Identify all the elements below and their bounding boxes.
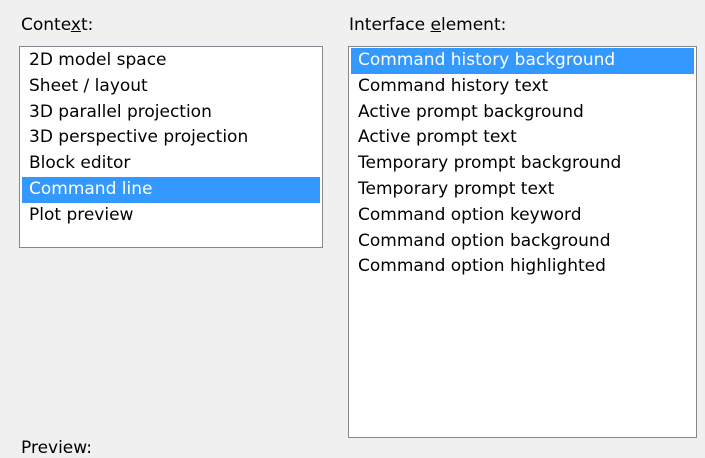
interface-element-list-item[interactable]: Command option background xyxy=(351,229,694,255)
context-list-item[interactable]: Sheet / layout xyxy=(22,74,320,100)
interface-element-list-item[interactable]: Command option highlighted xyxy=(351,254,694,280)
context-list-item[interactable]: Command line xyxy=(22,176,320,203)
context-label-text-end: t: xyxy=(80,15,94,35)
context-list-item[interactable]: 3D perspective projection xyxy=(22,125,320,151)
context-label: Context: xyxy=(21,15,93,35)
interface-element-label: Interface element: xyxy=(349,15,506,35)
interface-element-list-item[interactable]: Temporary prompt background xyxy=(351,151,694,177)
context-list-item[interactable]: 3D parallel projection xyxy=(22,100,320,126)
interface-element-label-text-end: lement: xyxy=(440,15,507,35)
context-list-item[interactable]: Plot preview xyxy=(22,203,320,229)
context-label-accelerator: x xyxy=(70,15,81,35)
interface-element-label-text: Interface xyxy=(349,15,431,35)
interface-element-list-item[interactable]: Active prompt background xyxy=(351,100,694,126)
interface-element-list-item[interactable]: Command history background xyxy=(351,48,694,74)
preview-label: Preview: xyxy=(21,438,92,458)
interface-element-list-item[interactable]: Temporary prompt text xyxy=(351,177,694,203)
interface-element-items: Command history background Command histor… xyxy=(349,47,696,280)
context-items: 2D model space Sheet / layout 3D parallel … xyxy=(20,47,322,229)
interface-element-list-item[interactable]: Command history text xyxy=(351,74,694,100)
interface-element-label-accelerator: e xyxy=(430,15,441,35)
context-label-text: Conte xyxy=(21,15,71,35)
context-list-item[interactable]: Block editor xyxy=(22,151,320,177)
context-listbox[interactable]: 2D model space Sheet / layout 3D parallel … xyxy=(19,46,323,248)
interface-element-listbox[interactable]: Command history background Command histor… xyxy=(348,46,697,438)
interface-element-list-item[interactable]: Active prompt text xyxy=(351,125,694,151)
context-list-item[interactable]: 2D model space xyxy=(22,48,320,74)
interface-element-list-item[interactable]: Command option keyword xyxy=(351,203,694,229)
